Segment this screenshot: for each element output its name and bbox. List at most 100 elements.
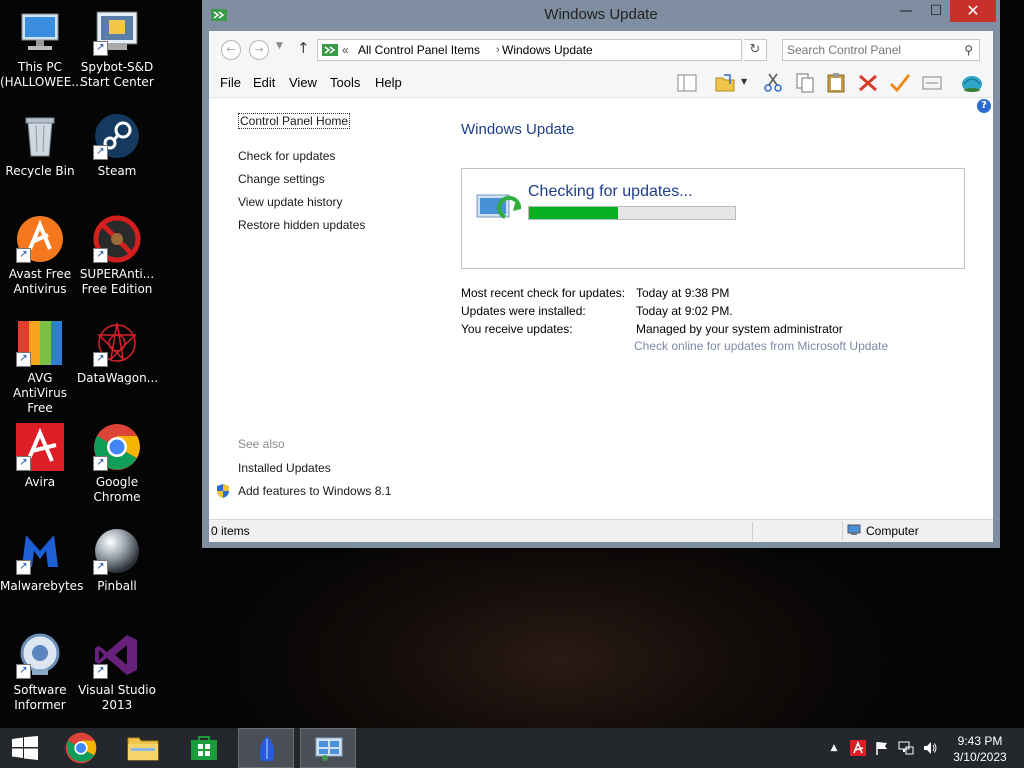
desktop-icon-visual-studio[interactable]: ↗ Visual Studio 2013 xyxy=(77,631,157,713)
view-update-history-link[interactable]: View update history xyxy=(238,195,343,209)
taskbar-store[interactable] xyxy=(177,728,233,768)
installed-updates-link[interactable]: Installed Updates xyxy=(238,461,331,475)
refresh-button[interactable]: ↻ xyxy=(744,39,767,61)
checkmark-icon[interactable] xyxy=(889,72,911,94)
desktop-icon-steam[interactable]: ↗ Steam xyxy=(77,112,157,179)
breadcrumb-windows-update[interactable]: Windows Update xyxy=(502,40,593,60)
arrow-left-icon: ← xyxy=(226,43,236,56)
location-label: Computer xyxy=(866,524,919,538)
flag-icon[interactable] xyxy=(874,740,890,756)
desktop-icon-label: Spybot-S&D Start Center xyxy=(80,60,154,89)
desktop-icon-malwarebytes[interactable]: ↗ Malwarebytes xyxy=(0,527,84,594)
desktop-icon-label: Malwarebytes xyxy=(0,579,84,593)
desktop-icon-avg[interactable]: ↗ AVG AntiVirus Free xyxy=(0,319,80,416)
taskbar-chrome[interactable] xyxy=(55,728,111,768)
menu-view[interactable]: View xyxy=(289,75,317,90)
breadcrumb-all-control-panel-items[interactable]: All Control Panel Items xyxy=(358,40,480,60)
status-text: Checking for updates... xyxy=(528,183,693,200)
avira-tray-icon[interactable] xyxy=(850,740,866,756)
chevron-down-icon[interactable]: ▼ xyxy=(741,77,751,87)
check-online-link[interactable]: Check online for updates from Microsoft … xyxy=(634,339,888,353)
maximize-button[interactable]: ☐ xyxy=(922,0,950,22)
control-panel-home-link[interactable]: Control Panel Home xyxy=(238,113,351,129)
desktop-icon-label: This PC (HALLOWEE... xyxy=(0,60,83,89)
properties-icon[interactable] xyxy=(921,72,943,94)
clock-time: 9:43 PM xyxy=(957,734,1003,748)
search-icon: ⚲ xyxy=(964,43,973,57)
desktop-icon-superantispyware[interactable]: ↗ SUPERAnti... Free Edition xyxy=(77,215,157,297)
shortcut-arrow-icon: ↗ xyxy=(16,352,31,367)
menu-help[interactable]: Help xyxy=(375,75,402,90)
forward-button[interactable]: → xyxy=(249,40,269,60)
folder-options-icon[interactable] xyxy=(714,72,736,94)
back-button[interactable]: ← xyxy=(221,40,241,60)
close-button[interactable]: ✕ xyxy=(950,0,996,22)
computer-icon xyxy=(21,13,59,50)
chevron-down-icon: ▼ xyxy=(276,41,283,51)
show-hidden-icons[interactable]: ▲ xyxy=(826,740,842,756)
status-divider xyxy=(842,522,843,540)
desktop-icon-avira[interactable]: ↗ Avira xyxy=(0,423,80,490)
help-icon[interactable]: ? xyxy=(977,99,991,113)
desktop-icon-spybot[interactable]: ↗ Spybot-S&D Start Center xyxy=(77,8,157,90)
desktop-icon-label: Avast Free Antivirus xyxy=(8,267,72,296)
windows-update-window: Windows Update — ☐ ✕ ← → ▼ ↑ « All Contr… xyxy=(202,0,1000,548)
computer-icon xyxy=(847,524,861,535)
desktop-icon-recycle-bin[interactable]: Recycle Bin xyxy=(0,112,80,179)
arrow-up-icon: ↑ xyxy=(297,39,310,57)
info-label: Updates were installed: xyxy=(461,304,586,318)
restore-hidden-updates-link[interactable]: Restore hidden updates xyxy=(238,218,365,232)
recent-locations-button[interactable]: ▼ xyxy=(276,41,283,51)
search-input[interactable] xyxy=(787,41,955,58)
desktop-icon-software-informer[interactable]: ↗ Software Informer xyxy=(0,631,80,713)
add-features-link[interactable]: Add features to Windows 8.1 xyxy=(238,484,391,498)
taskbar-file-explorer[interactable] xyxy=(115,728,171,768)
up-button[interactable]: ↑ xyxy=(297,39,310,57)
globe-icon[interactable] xyxy=(961,72,983,94)
taskbar-control-panel[interactable] xyxy=(300,728,356,768)
info-value: Managed by your system administrator xyxy=(636,322,843,336)
desktop-icon-datawagon[interactable]: ↗ DataWagon... xyxy=(77,319,158,386)
breadcrumb-separator[interactable]: › xyxy=(496,40,500,60)
window-content: ← → ▼ ↑ « All Control Panel Items › Wind… xyxy=(209,31,993,542)
desktop-icon-pinball[interactable]: ↗ Pinball xyxy=(77,527,157,594)
desktop-icon-google-chrome[interactable]: ↗ Google Chrome xyxy=(77,423,157,505)
shortcut-arrow-icon: ↗ xyxy=(16,248,31,263)
menu-file[interactable]: File xyxy=(220,75,241,90)
shortcut-arrow-icon: ↗ xyxy=(93,145,108,160)
refresh-icon: ↻ xyxy=(749,42,761,57)
taskbar: ▲ 9:43 PM 3/10/2023 xyxy=(0,728,1024,768)
cut-icon[interactable] xyxy=(762,72,784,94)
volume-icon[interactable] xyxy=(922,740,938,756)
shortcut-arrow-icon: ↗ xyxy=(93,664,108,679)
menu-tools[interactable]: Tools xyxy=(330,75,360,90)
folder-icon xyxy=(127,737,159,761)
paste-icon[interactable] xyxy=(825,72,847,94)
network-icon[interactable] xyxy=(898,740,914,756)
change-settings-link[interactable]: Change settings xyxy=(238,172,325,186)
minimize-button[interactable]: — xyxy=(892,0,920,22)
delete-icon[interactable] xyxy=(857,72,879,94)
desktop-icon-label: Avira xyxy=(24,475,56,489)
taskbar-app-feather[interactable] xyxy=(238,728,294,768)
update-status-box: Checking for updates... xyxy=(461,168,965,269)
desktop-icon-this-pc[interactable]: This PC (HALLOWEE... xyxy=(0,8,83,90)
layout-pane-icon[interactable] xyxy=(676,72,698,94)
check-for-updates-link[interactable]: Check for updates xyxy=(238,149,335,163)
clock[interactable]: 9:43 PM 3/10/2023 xyxy=(950,733,1010,765)
search-box[interactable]: ⚲ xyxy=(782,39,980,61)
chevron-up-icon: ▲ xyxy=(830,743,838,753)
item-count: 0 items xyxy=(211,524,250,538)
desktop-icon-avast[interactable]: ↗ Avast Free Antivirus xyxy=(0,215,80,297)
shortcut-arrow-icon: ↗ xyxy=(93,352,108,367)
control-panel-icon xyxy=(322,44,338,56)
chrome-icon xyxy=(65,732,97,764)
breadcrumb-overflow[interactable]: « xyxy=(342,40,349,60)
start-button[interactable] xyxy=(0,728,56,768)
desktop-icon-label: Recycle Bin xyxy=(5,164,75,178)
menu-edit[interactable]: Edit xyxy=(253,75,275,90)
info-label: Most recent check for updates: xyxy=(461,286,626,300)
address-bar[interactable]: « All Control Panel Items › Windows Upda… xyxy=(317,39,840,61)
title-bar[interactable]: Windows Update — ☐ ✕ xyxy=(202,0,1000,32)
copy-icon[interactable] xyxy=(794,72,816,94)
